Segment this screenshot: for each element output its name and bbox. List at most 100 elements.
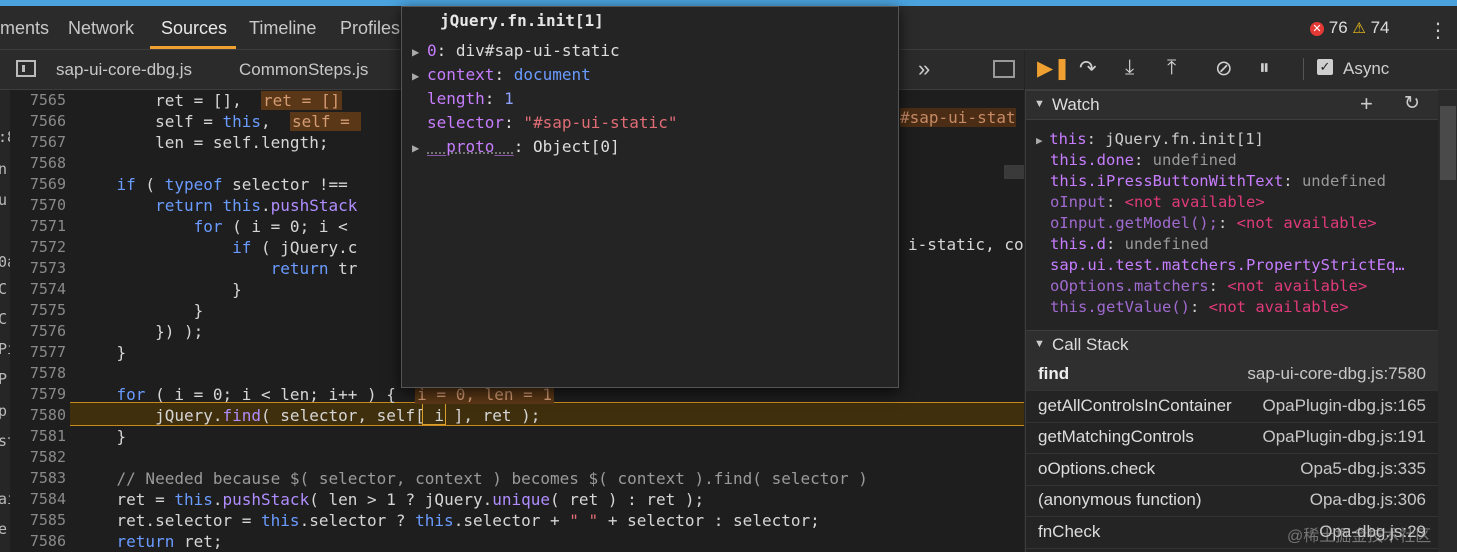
navigator-item[interactable]: P: [0, 370, 7, 388]
call-frame-location[interactable]: OpaPlugin-dbg.js:165: [1262, 396, 1426, 416]
expand-arrow-icon[interactable]: ▶: [412, 45, 427, 59]
code-line[interactable]: }: [78, 427, 127, 446]
watch-expression[interactable]: oInput: <not available>: [1050, 193, 1265, 211]
navigator-item[interactable]: C: [0, 280, 7, 298]
line-number[interactable]: 7582: [10, 448, 66, 466]
watch-expression[interactable]: oOptions.matchers: <not available>: [1050, 277, 1367, 295]
scrollbar-thumb[interactable]: [1440, 106, 1456, 180]
expand-arrow-icon[interactable]: ▶: [412, 69, 427, 83]
code-line[interactable]: // Needed because $( selector, context )…: [78, 469, 868, 488]
navigator-item[interactable]: n: [0, 160, 7, 178]
call-frame-location[interactable]: OpaPlugin-dbg.js:191: [1262, 427, 1426, 447]
watch-expression[interactable]: this.iPressButtonWithText: undefined: [1050, 172, 1386, 190]
expand-arrow-icon[interactable]: ▶: [1036, 134, 1049, 147]
line-number[interactable]: 7573: [10, 259, 66, 277]
line-number[interactable]: 7585: [10, 511, 66, 529]
call-frame-location[interactable]: sap-ui-core-dbg.js:7580: [1247, 364, 1426, 384]
line-number[interactable]: 7578: [10, 364, 66, 382]
code-line[interactable]: return tr: [78, 259, 358, 278]
line-number[interactable]: 7574: [10, 280, 66, 298]
navigator-item[interactable]: p: [0, 402, 7, 420]
line-number[interactable]: 7579: [10, 385, 66, 403]
line-number[interactable]: 7570: [10, 196, 66, 214]
toggle-debugger-icon[interactable]: [993, 60, 1015, 78]
line-number[interactable]: 7568: [10, 154, 66, 172]
sidebar-scrollbar[interactable]: [1438, 90, 1457, 552]
line-number[interactable]: 7572: [10, 238, 66, 256]
tab-sources[interactable]: Sources: [161, 18, 227, 39]
popover-property-row[interactable]: length: 1: [412, 89, 514, 108]
call-frame-location[interactable]: Opa-dbg.js:306: [1310, 490, 1426, 510]
step-out-icon[interactable]: ⤒: [1167, 56, 1176, 80]
code-line[interactable]: if ( typeof selector !==: [78, 175, 357, 194]
async-checkbox[interactable]: ✓: [1317, 59, 1333, 75]
tab-elements[interactable]: ments: [0, 18, 49, 39]
call-frame-location[interactable]: Opa5-dbg.js:335: [1300, 459, 1426, 479]
line-number[interactable]: 7581: [10, 427, 66, 445]
deactivate-breakpoints-icon[interactable]: ⊘: [1215, 56, 1233, 81]
code-line[interactable]: return ret;: [78, 532, 223, 551]
code-line[interactable]: ret = [], ret = []: [78, 91, 343, 110]
add-watch-icon[interactable]: +: [1360, 91, 1373, 117]
editor-scrollbar[interactable]: [1004, 165, 1024, 179]
navigator-item[interactable]: st: [0, 432, 10, 450]
file-tab-commonsteps[interactable]: CommonSteps.js: [239, 60, 368, 80]
call-frame[interactable]: oOptions.check Opa5-dbg.js:335: [1026, 454, 1438, 486]
line-number[interactable]: 7586: [10, 532, 66, 550]
line-number[interactable]: 7577: [10, 343, 66, 361]
line-number[interactable]: 7575: [10, 301, 66, 319]
line-number[interactable]: 7566: [10, 112, 66, 130]
watch-expression[interactable]: this.d: undefined: [1050, 235, 1209, 253]
call-stack-section-header[interactable]: ▼ Call Stack: [1026, 330, 1438, 360]
refresh-icon[interactable]: ↻: [1404, 92, 1420, 115]
line-number[interactable]: 7583: [10, 469, 66, 487]
toggle-navigator-icon[interactable]: [16, 60, 36, 77]
popover-property-row[interactable]: ▶ __proto__: Object[0]: [412, 137, 620, 156]
pause-on-exceptions-icon[interactable]: ⏸: [1259, 56, 1270, 80]
code-line[interactable]: jQuery.find( selector, self[ i ], ret );: [78, 406, 540, 425]
watch-section-header[interactable]: ▼ Watch + ↻: [1026, 90, 1438, 120]
call-frame[interactable]: getMatchingControls OpaPlugin-dbg.js:191: [1026, 422, 1438, 454]
navigator-item[interactable]: :8: [0, 128, 10, 146]
code-line[interactable]: return this.pushStack: [78, 196, 357, 215]
expand-arrow-icon[interactable]: ▶: [412, 141, 427, 155]
code-line[interactable]: len = self.length;: [78, 133, 348, 152]
line-number[interactable]: 7569: [10, 175, 66, 193]
call-frame[interactable]: find sap-ui-core-dbg.js:7580: [1026, 359, 1438, 391]
popover-property-row[interactable]: ▶ context: document: [412, 65, 591, 84]
more-options-icon[interactable]: ⋮: [1428, 18, 1448, 43]
line-number[interactable]: 7565: [10, 91, 66, 109]
line-number[interactable]: 7584: [10, 490, 66, 508]
code-line[interactable]: }: [78, 280, 242, 299]
code-line[interactable]: ret = this.pushStack( len > 1 ? jQuery.u…: [78, 490, 705, 509]
call-frame[interactable]: getAllControlsInContainer OpaPlugin-dbg.j…: [1026, 391, 1438, 423]
watch-expression[interactable]: ▶ this: jQuery.fn.init[1]: [1036, 130, 1264, 148]
line-number[interactable]: 7580: [10, 406, 66, 424]
more-tabs-icon[interactable]: »: [918, 56, 930, 82]
watch-expression[interactable]: this.getValue(): <not available>: [1050, 298, 1349, 316]
code-line[interactable]: for ( i = 0; i <: [78, 217, 357, 236]
tab-network[interactable]: Network: [68, 18, 134, 39]
watch-expression[interactable]: oInput.getModel();: <not available>: [1050, 214, 1377, 232]
navigator-item[interactable]: e: [0, 520, 7, 538]
resume-icon[interactable]: ▶❚: [1037, 56, 1071, 81]
watch-expression[interactable]: sap.ui.test.matchers.PropertyStrictEq…: [1050, 256, 1405, 274]
file-tab-sap-ui-core[interactable]: sap-ui-core-dbg.js: [56, 60, 192, 80]
watch-expression[interactable]: this.done: undefined: [1050, 151, 1237, 169]
popover-property-row[interactable]: selector: "#sap-ui-static": [412, 113, 677, 132]
code-line[interactable]: ret.selector = this.selector ? this.sele…: [78, 511, 820, 530]
step-into-icon[interactable]: ⤓: [1125, 56, 1134, 80]
call-frame[interactable]: (anonymous function) Opa-dbg.js:306: [1026, 485, 1438, 517]
step-over-icon[interactable]: ↷: [1079, 56, 1097, 81]
console-status-badge[interactable]: ✕ 76 ⚠ 74: [1310, 18, 1390, 38]
line-number[interactable]: 7576: [10, 322, 66, 340]
line-number[interactable]: 7567: [10, 133, 66, 151]
code-line[interactable]: }: [78, 301, 204, 320]
code-line[interactable]: if ( jQuery.c: [78, 238, 357, 257]
popover-property-row[interactable]: ▶ 0: div#sap-ui-static: [412, 41, 620, 60]
code-line[interactable]: self = this, self =: [78, 112, 362, 131]
code-line[interactable]: }) );: [78, 322, 203, 341]
navigator-item[interactable]: 0a: [0, 253, 10, 271]
tab-timeline[interactable]: Timeline: [249, 18, 316, 39]
navigator-item[interactable]: u: [0, 191, 7, 209]
